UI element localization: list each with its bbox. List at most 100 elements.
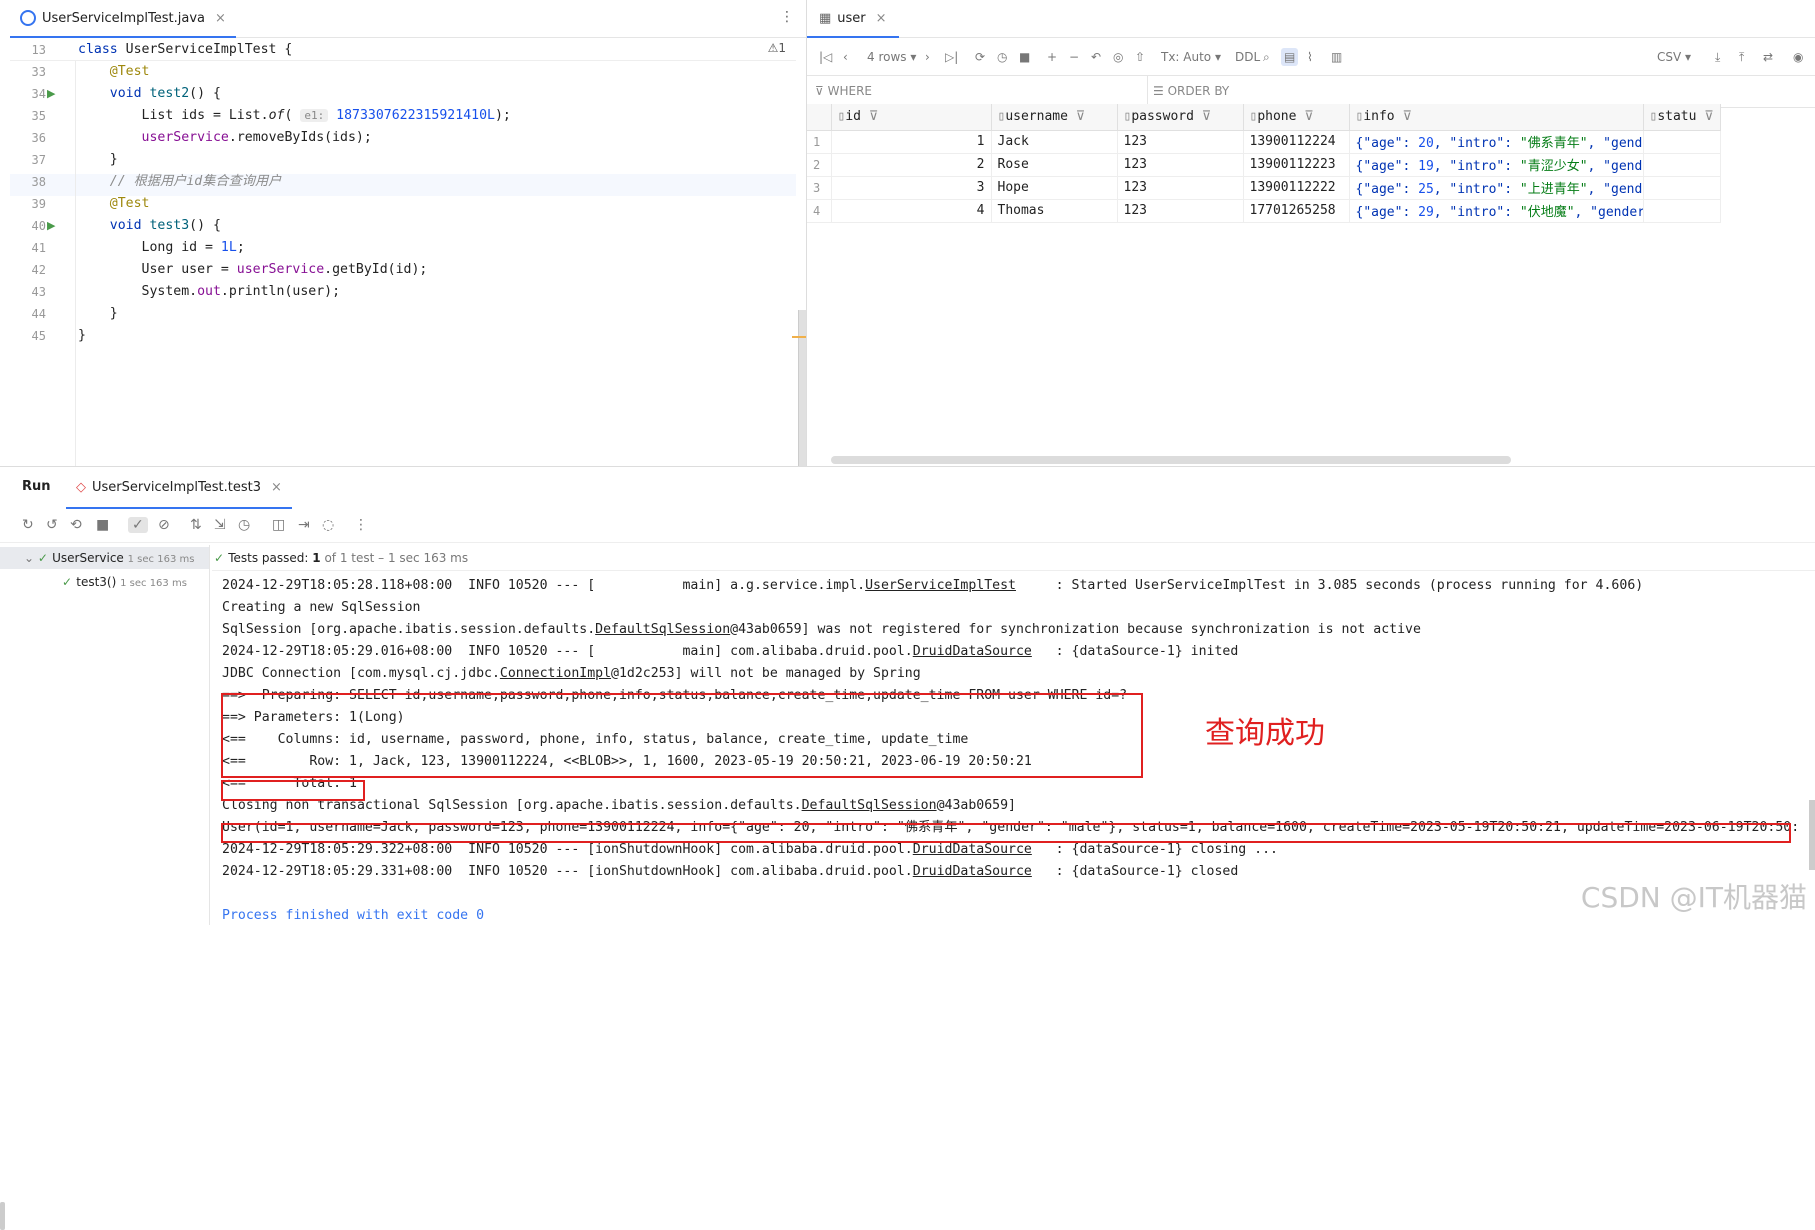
revert-icon[interactable]: ↶ [1091,48,1101,66]
close-icon[interactable]: × [215,11,226,26]
first-page-icon[interactable]: |◁ [819,48,832,66]
line-number: 38 [10,175,46,189]
toggle-auto-test-icon[interactable]: ⟲ [70,517,82,533]
refresh-icon[interactable]: ⟳ [975,48,985,66]
ddl-button[interactable]: DDL [1235,48,1260,66]
sort-icon: ☰ [1153,84,1168,98]
code-line: void test2() { [78,83,221,105]
stop-icon[interactable]: ■ [96,517,109,533]
line-number: 33 [10,65,46,79]
scroll-marker [792,336,806,338]
log-line: JDBC Connection [com.mysql.cj.jdbc.Conne… [222,663,921,685]
line-number: 40 [10,219,46,233]
editor-tab[interactable]: UserServiceImplTest.java × [10,0,236,38]
show-ignored-icon[interactable]: ⊘ [158,517,170,533]
delete-row-icon[interactable]: − [1069,48,1079,66]
filter-icon[interactable]: ⊽ [1704,109,1714,124]
stop-icon[interactable]: ■ [1019,48,1030,66]
code-line: System.out.println(user); [78,281,340,303]
run-config-tab[interactable]: ◇ UserServiceImplTest.test3 × [66,467,292,509]
code-editor: UserServiceImplTest.java × ⋮ 3334▶353637… [10,0,806,466]
line-number: 45 [10,329,46,343]
table-row[interactable]: 11Jack12313900112224{"age": 20, "intro":… [807,130,1720,153]
next-page-icon[interactable]: › [925,48,930,66]
horizontal-scrollbar[interactable] [831,456,1511,464]
db-tab-label: user [837,11,865,26]
resize-handle[interactable] [0,1202,5,1230]
line-number: 43 [10,285,46,299]
db-tab-user[interactable]: ▦ user × [807,0,899,38]
column-header[interactable]: ▯statu ⊽ [1643,104,1720,130]
chart-icon[interactable]: ⌇ [1307,48,1313,66]
line-number: 36 [10,131,46,145]
export-icon[interactable]: ⇥ [298,517,310,533]
line-number: 13 [10,43,46,57]
rerun-failed-icon[interactable]: ↺ [46,517,58,533]
log-line: SqlSession [org.apache.ibatis.session.de… [222,619,1421,641]
tx-mode-selector[interactable]: Tx: Auto ▾ [1161,48,1221,66]
watermark: CSDN @IT机器猫 [1581,876,1807,916]
table-icon: ▦ [819,11,831,26]
add-row-icon[interactable]: + [1047,48,1057,66]
success-annotation: 查询成功 [1205,708,1325,752]
total-highlight-box [221,780,365,801]
search-icon[interactable]: ⌕ [1263,48,1270,66]
sort-icon[interactable]: ⇅ [190,517,202,533]
more-options-icon[interactable]: ⋮ [354,517,368,533]
camera-icon[interactable]: ◫ [272,517,285,533]
order-by-filter[interactable]: ☰ ORDER BY [1153,84,1229,98]
code-line: // 根据用户id集合查询用户 [78,171,281,193]
prev-page-icon[interactable]: ‹ [843,48,848,66]
last-page-icon[interactable]: ▷| [945,48,958,66]
tree-node-class[interactable]: ⌄ ✓ UserService 1 sec 163 ms [0,547,209,569]
rerun-icon[interactable]: ↻ [22,517,34,533]
run-test-icon[interactable]: ▶ [47,219,61,233]
code-lines[interactable]: @Test void test2() { List ids = List.of(… [78,39,796,466]
compare-icon[interactable]: ▥ [1331,48,1342,66]
tree-node-test[interactable]: ✓ test3() 1 sec 163 ms [62,571,187,593]
run-label: Run [22,479,51,494]
show-passed-icon[interactable]: ✓ [128,517,148,533]
view-mode-icon[interactable]: ▤ [1281,48,1298,66]
column-header[interactable]: ▯phone ⊽ [1243,104,1349,130]
code-line: void test3() { [78,215,221,237]
transpose-icon[interactable]: ⇄ [1763,48,1773,66]
submit-icon[interactable]: ⇧ [1135,48,1145,66]
eye-icon[interactable]: ◉ [1793,48,1803,66]
line-gutter: 3334▶353637383940▶4142434445 [10,39,76,466]
line-number: 37 [10,153,46,167]
import-icon[interactable]: ◌ [322,517,334,533]
rows-selector[interactable]: 4 rows ▾ [867,48,916,66]
column-header[interactable]: ▯id ⊽ [831,104,991,130]
export-format-selector[interactable]: CSV ▾ [1657,48,1691,66]
result-table: ▯id ⊽▯username ⊽▯password ⊽▯phone ⊽▯info… [807,104,1721,223]
editor-tab-label: UserServiceImplTest.java [42,11,205,26]
collapse-icon[interactable]: ⇲ [214,517,226,533]
download-icon[interactable]: ⤓ [1715,48,1720,66]
table-row[interactable]: 44Thomas12317701265258{"age": 29, "intro… [807,199,1720,222]
close-icon[interactable]: × [876,11,887,26]
log-line: 2024-12-29T18:05:29.331+08:00 INFO 10520… [222,861,1238,883]
more-options-icon[interactable]: ⋮ [780,9,794,25]
table-row[interactable]: 33Hope12313900112222{"age": 25, "intro":… [807,176,1720,199]
history-icon[interactable]: ◷ [997,48,1007,66]
filter-icon[interactable]: ⊽ [869,109,879,124]
preview-icon[interactable]: ◎ [1113,48,1123,66]
table-row[interactable]: 22Rose12313900112223{"age": 19, "intro":… [807,153,1720,176]
filter-icon[interactable]: ⊽ [1202,109,1212,124]
upload-icon[interactable]: ⤒ [1739,48,1744,66]
data-grid: ▯id ⊽▯username ⊽▯password ⊽▯phone ⊽▯info… [807,104,1815,444]
history-icon[interactable]: ◷ [238,517,250,533]
close-icon[interactable]: × [271,480,282,495]
column-header[interactable]: ▯username ⊽ [991,104,1117,130]
run-test-icon[interactable]: ▶ [47,87,61,101]
test-tree: ⌄ ✓ UserService 1 sec 163 ms ✓ test3() 1… [0,545,210,925]
editor-scrollbar[interactable] [798,310,806,466]
filter-icon[interactable]: ⊽ [1402,109,1412,124]
filter-icon[interactable]: ⊽ [1304,109,1314,124]
column-header[interactable]: ▯info ⊽ [1349,104,1643,130]
console-scrollbar[interactable] [1809,800,1815,870]
filter-icon[interactable]: ⊽ [1076,109,1086,124]
column-header[interactable]: ▯password ⊽ [1117,104,1243,130]
where-filter[interactable]: ⊽ WHERE [815,84,872,98]
